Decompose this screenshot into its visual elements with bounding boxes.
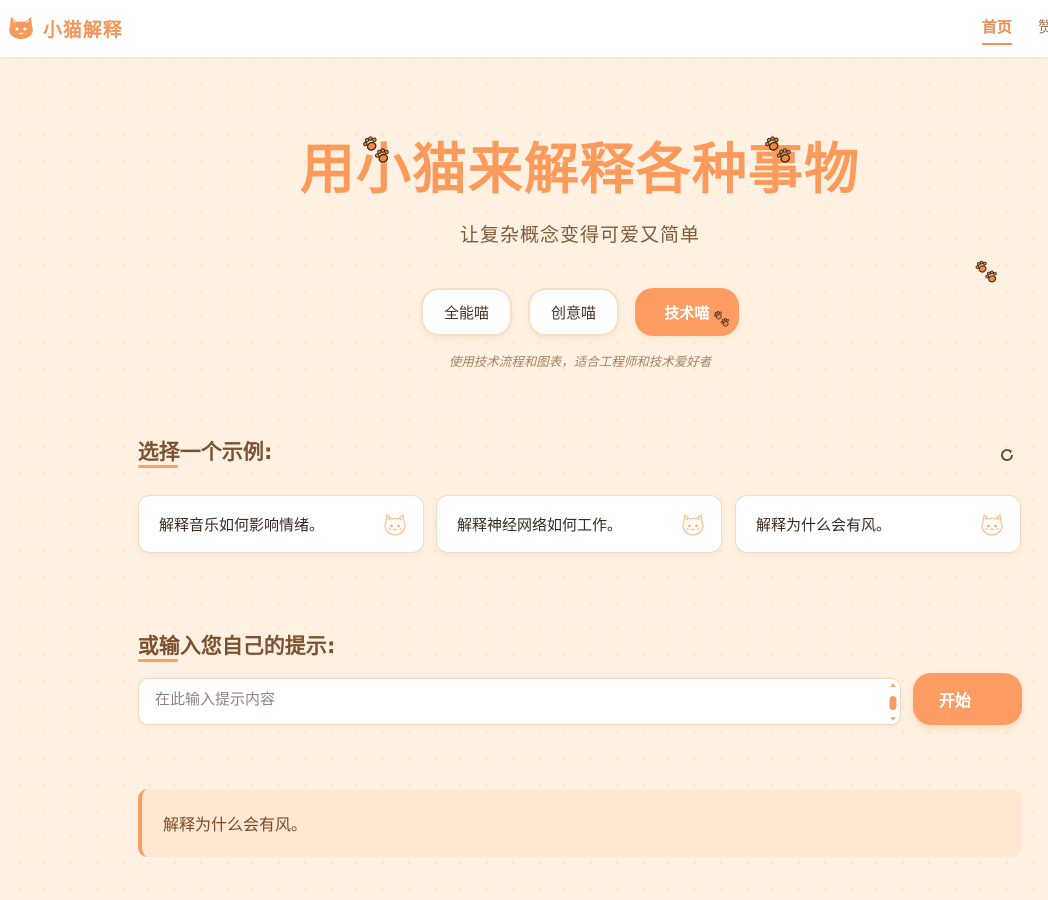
paw-icon bbox=[762, 133, 796, 167]
cat-face-icon bbox=[382, 512, 408, 538]
mode-button-creative[interactable]: 创意喵 bbox=[528, 288, 619, 336]
example-card[interactable]: 解释音乐如何影响情绪。 bbox=[138, 495, 424, 553]
example-text: 解释为什么会有风。 bbox=[756, 515, 892, 534]
cat-face-icon bbox=[979, 512, 1005, 538]
examples-title: 选择一个示例: bbox=[138, 440, 273, 464]
example-card[interactable]: 解释为什么会有风。 bbox=[735, 495, 1021, 553]
mode-description: 使用技术流程和图表，适合工程师和技术爱好者 bbox=[448, 354, 712, 369]
nav-next-link[interactable]: 赞 bbox=[1038, 16, 1048, 37]
hero-subtitle: 让复杂概念变得可爱又简单 bbox=[459, 224, 700, 246]
result-box: 解释为什么会有风。 bbox=[138, 789, 1022, 857]
example-card[interactable]: 解释神经网络如何工作。 bbox=[436, 495, 722, 553]
paw-icon bbox=[360, 133, 394, 167]
examples-title-underline bbox=[138, 465, 178, 468]
prompt-input[interactable] bbox=[138, 678, 901, 725]
example-text: 解释神经网络如何工作。 bbox=[457, 515, 623, 534]
result-text: 解释为什么会有风。 bbox=[163, 815, 308, 834]
cat-face-icon bbox=[680, 512, 706, 538]
input-scrollbar[interactable] bbox=[888, 682, 898, 722]
paw-cursor-icon bbox=[712, 309, 732, 329]
start-button[interactable]: 开始 bbox=[913, 673, 1022, 725]
app-title: 小猫解释 bbox=[43, 18, 124, 41]
example-text: 解释音乐如何影响情绪。 bbox=[159, 515, 325, 534]
cat-logo-icon bbox=[9, 17, 33, 39]
top-navigation-bar: 小猫解释 首页 赞 bbox=[0, 0, 1048, 58]
nav-home-link[interactable]: 首页 bbox=[982, 16, 1013, 45]
hero-title: 用小猫来解释各种事物 bbox=[299, 137, 860, 201]
prompt-title: 或输入您自己的提示: bbox=[138, 634, 336, 658]
mode-button-all[interactable]: 全能喵 bbox=[421, 288, 512, 336]
refresh-icon[interactable] bbox=[998, 446, 1016, 464]
brand[interactable]: 小猫解释 bbox=[7, 14, 123, 42]
paw-icon bbox=[973, 258, 1001, 286]
prompt-title-underline bbox=[138, 659, 178, 662]
